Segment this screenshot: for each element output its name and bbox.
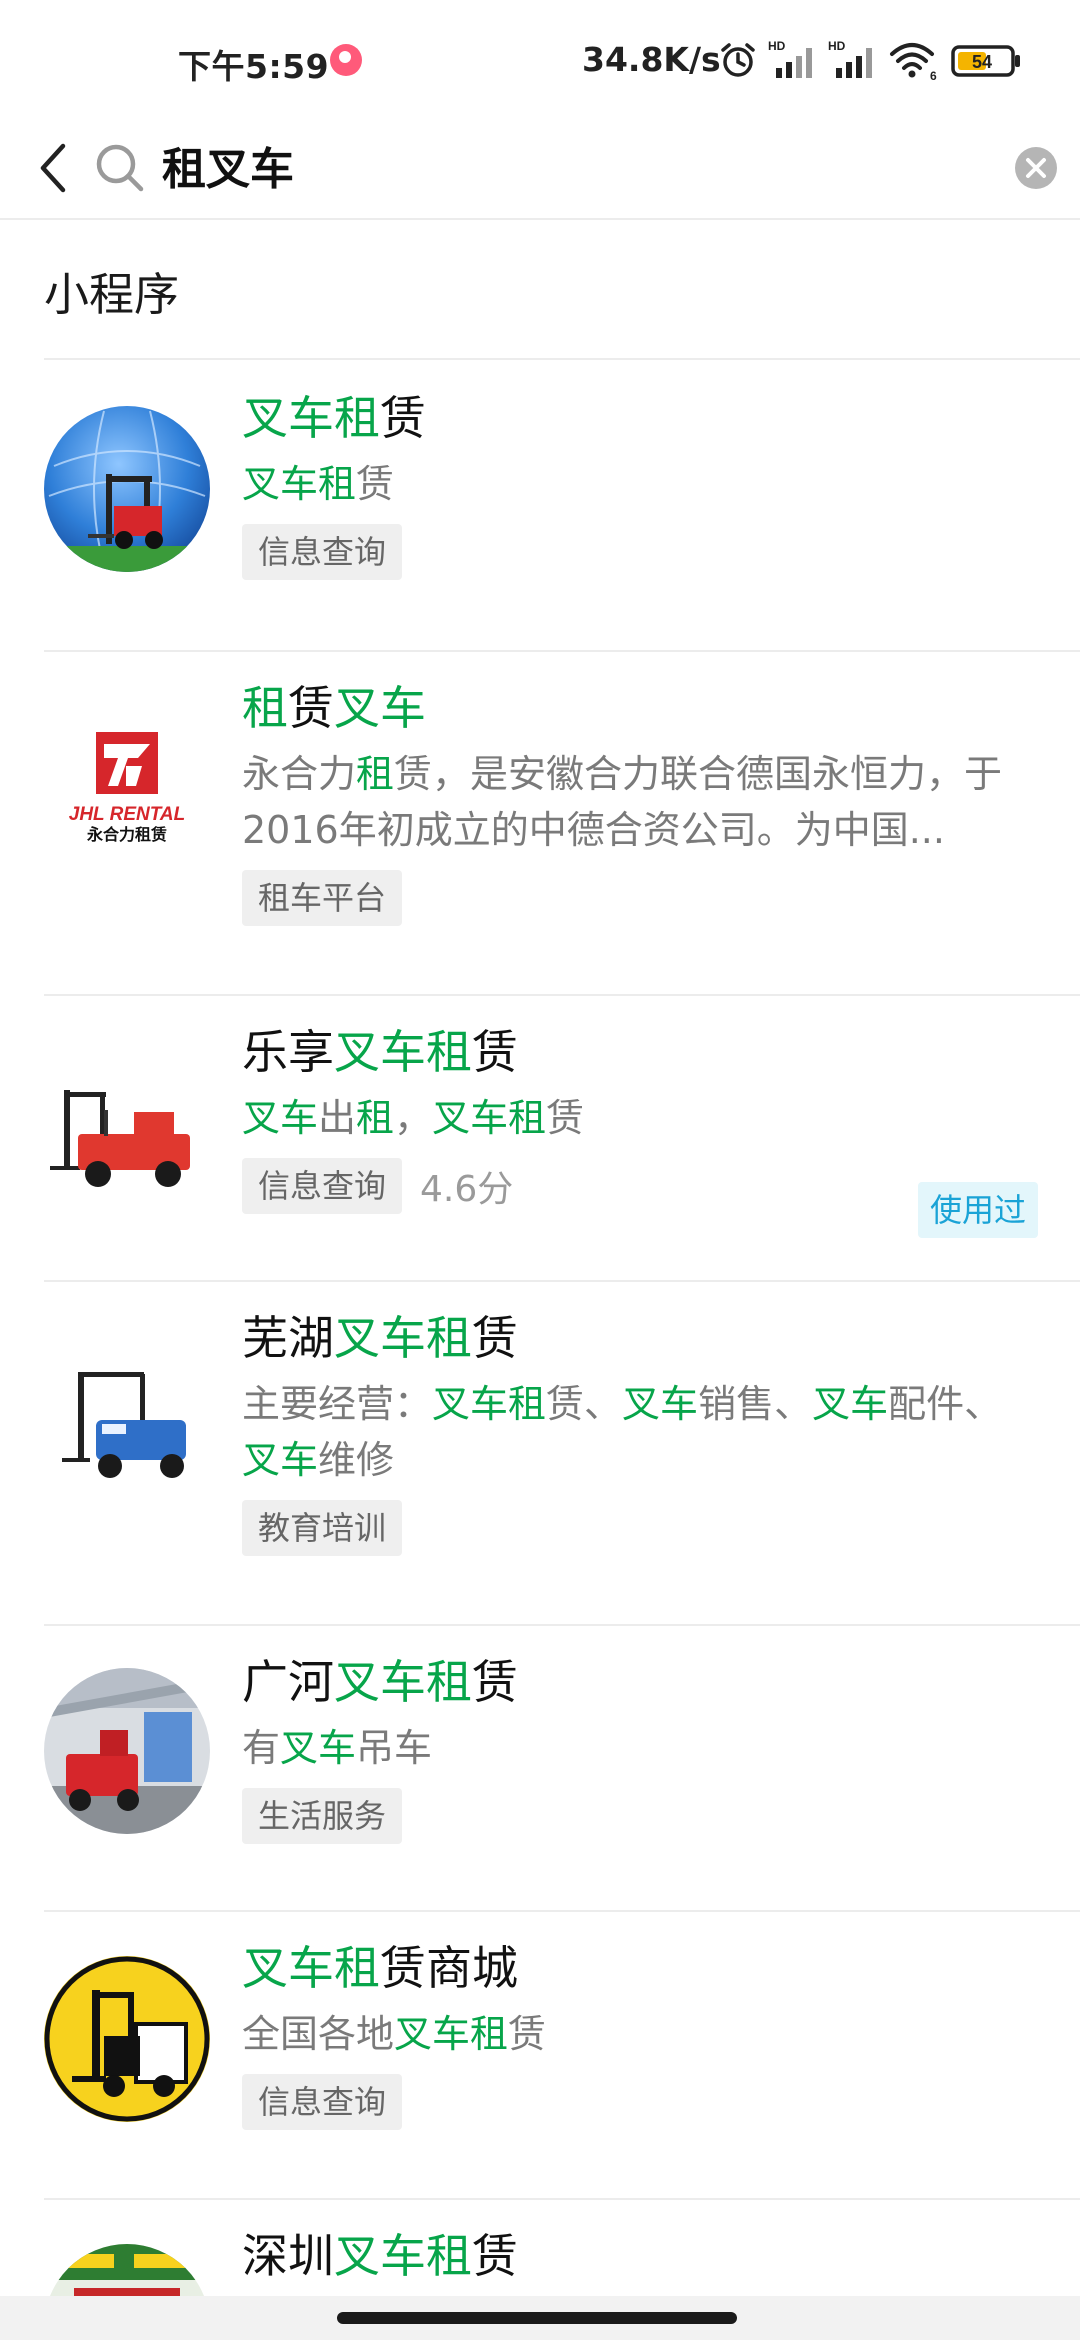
battery-level: 54 xyxy=(972,52,992,72)
signal-1-icon: HD xyxy=(768,39,812,78)
result-avatar xyxy=(44,1956,210,2122)
result-item[interactable]: 广河叉车租赁 有叉车吊车 生活服务 xyxy=(0,1626,1080,1912)
result-description: 主要经营：叉车租赁、叉车销售、叉车配件、叉车维修 xyxy=(242,1382,1003,1482)
notification-app-icon xyxy=(330,44,362,76)
result-description: 叉车出租，叉车租赁 xyxy=(242,1096,585,1140)
search-input[interactable]: 租叉车 xyxy=(162,130,294,210)
result-title: 芜湖叉车租赁 xyxy=(242,1311,518,1365)
result-meta: 生活服务 xyxy=(242,1786,1040,1846)
result-title: 乐享叉车租赁 xyxy=(242,1025,518,1079)
section-title-mini-programs: 小程序 xyxy=(44,268,180,321)
category-tag: 租车平台 xyxy=(242,870,403,926)
status-icons: HD HD 6 54 xyxy=(718,38,1022,82)
signal-2-icon: HD xyxy=(828,39,872,78)
clear-search-button[interactable] xyxy=(1012,132,1060,204)
result-description: 有叉车吊车 xyxy=(242,1726,433,1770)
result-item[interactable]: JHL RENTAL 永合力租赁 租赁叉车 永合力租赁，是安徽合力联合德国永恒力… xyxy=(0,652,1080,996)
home-gesture-bar[interactable] xyxy=(337,2312,737,2324)
result-meta: 信息查询 xyxy=(242,2072,1040,2132)
search-header: 租叉车 xyxy=(0,120,1080,220)
result-title: 租赁叉车 xyxy=(242,681,426,735)
search-icon xyxy=(92,132,148,204)
result-avatar xyxy=(44,406,210,572)
jhl-cn-text: 永合力租赁 xyxy=(86,825,167,844)
result-description: 永合力租赁，是安徽合力联合德国永恒力，于2016年初成立的中德合资公司。为中国.… xyxy=(242,752,1003,852)
result-avatar xyxy=(44,1332,210,1498)
result-item[interactable]: 深圳叉车租赁 xyxy=(0,2200,1080,2296)
result-title: 广河叉车租赁 xyxy=(242,1655,518,1709)
result-item[interactable]: 乐享叉车租赁 叉车出租，叉车租赁 信息查询 4.6分 使用过 xyxy=(0,996,1080,1282)
jhl-brand-text: JHL RENTAL xyxy=(69,804,185,825)
category-tag: 生活服务 xyxy=(242,1788,403,1844)
result-item[interactable]: 叉车租赁商城 全国各地叉车租赁 信息查询 xyxy=(0,1912,1080,2200)
wifi-icon: 6 xyxy=(890,43,937,82)
signal-1-label: HD xyxy=(768,39,786,53)
category-tag: 信息查询 xyxy=(242,1158,403,1214)
result-meta: 信息查询 xyxy=(242,522,1040,582)
wifi-label: 6 xyxy=(930,69,937,82)
battery-icon: 54 xyxy=(951,45,1020,77)
status-time: 下午5:59 xyxy=(178,47,330,86)
network-speed: 34.8K/s xyxy=(582,40,721,79)
result-avatar xyxy=(44,1668,210,1834)
result-description: 叉车租赁 xyxy=(242,462,395,506)
result-title: 深圳叉车租赁 xyxy=(242,2229,518,2283)
category-tag: 教育培训 xyxy=(242,1500,403,1556)
back-arrow-icon xyxy=(40,143,66,193)
category-tag: 信息查询 xyxy=(242,2074,403,2130)
signal-2-label: HD xyxy=(828,39,846,53)
result-description: 全国各地叉车租赁 xyxy=(242,2012,547,2056)
result-avatar: JHL RENTAL 永合力租赁 xyxy=(44,710,210,876)
used-before-badge: 使用过 xyxy=(917,1182,1038,1238)
rating-score: 4.6分 xyxy=(420,1169,514,1210)
result-title: 叉车租赁商城 xyxy=(242,1941,518,1995)
close-icon xyxy=(1015,147,1057,189)
back-button[interactable] xyxy=(28,128,78,208)
result-title: 叉车租赁 xyxy=(242,391,426,445)
result-item[interactable]: 芜湖叉车租赁 主要经营：叉车租赁、叉车销售、叉车配件、叉车维修 教育培训 xyxy=(0,1282,1080,1626)
result-meta: 租车平台 xyxy=(242,868,1040,928)
result-item[interactable]: 叉车租赁 叉车租赁 信息查询 xyxy=(0,360,1080,652)
category-tag: 信息查询 xyxy=(242,524,403,580)
result-avatar xyxy=(44,2244,210,2296)
status-bar: 下午5:59 34.8K/s HD HD 6 54 xyxy=(0,0,1080,120)
alarm-icon xyxy=(721,43,755,77)
result-avatar xyxy=(44,1040,210,1206)
result-meta: 教育培训 xyxy=(242,1498,1040,1558)
